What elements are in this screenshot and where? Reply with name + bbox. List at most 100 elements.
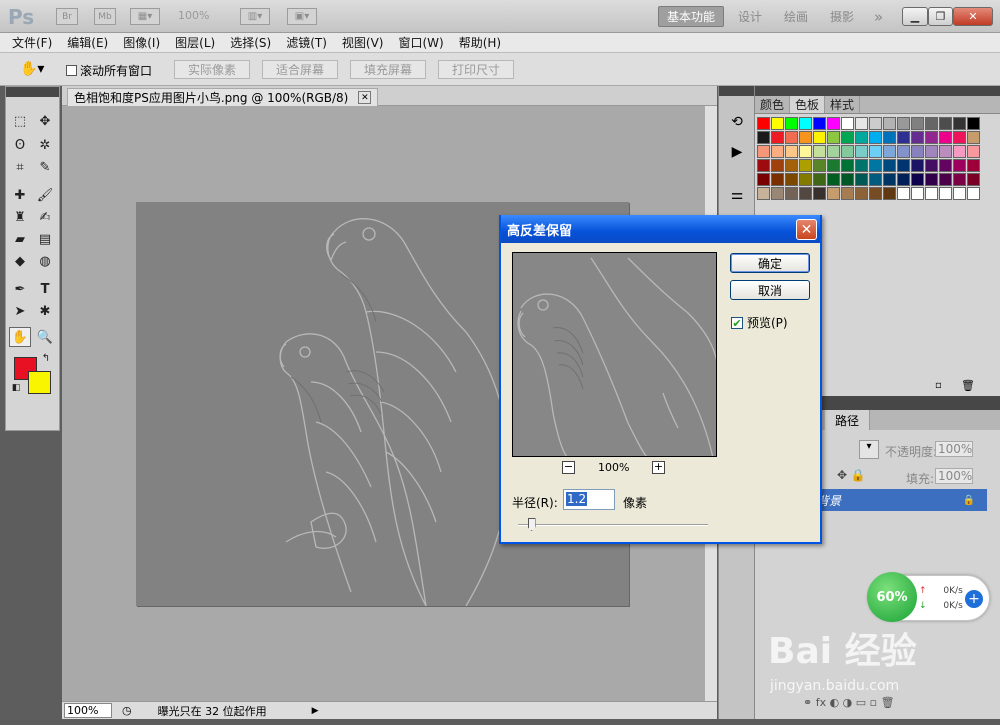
new-swatch-icon[interactable]: ▫	[935, 380, 942, 391]
swatch-color[interactable]	[813, 187, 826, 200]
fit-screen-button[interactable]: 适合屏幕	[262, 60, 338, 79]
print-size-button[interactable]: 打印尺寸	[438, 60, 514, 79]
checkbox-box[interactable]	[66, 65, 77, 76]
swatch-color[interactable]	[897, 187, 910, 200]
swatch-color[interactable]	[855, 145, 868, 158]
swatch-color[interactable]	[771, 159, 784, 172]
swatch-color[interactable]	[757, 187, 770, 200]
workspace-design[interactable]: 设计	[730, 6, 770, 27]
status-menu-arrow-icon[interactable]: ▶	[312, 706, 319, 716]
menu-image[interactable]: 图像(I)	[123, 34, 160, 51]
menu-file[interactable]: 文件(F)	[12, 34, 52, 51]
swatch-color[interactable]	[799, 173, 812, 186]
eraser-tool-icon[interactable]: ▰	[9, 229, 31, 249]
swatch-color[interactable]	[911, 131, 924, 144]
swatch-color[interactable]	[925, 159, 938, 172]
memory-usage-badge[interactable]: 60%	[867, 572, 917, 622]
swatch-color[interactable]	[785, 159, 798, 172]
swatch-color[interactable]	[897, 173, 910, 186]
preview-checkbox[interactable]: ✔ 预览(P)	[731, 314, 788, 331]
toolbox-header[interactable]	[6, 87, 59, 97]
arrange-documents-icon[interactable]: ▥▾	[240, 8, 270, 25]
menu-edit[interactable]: 编辑(E)	[67, 34, 108, 51]
swatch-color[interactable]	[967, 159, 980, 172]
swatch-color[interactable]	[953, 131, 966, 144]
workspace-essentials[interactable]: 基本功能	[658, 6, 725, 27]
swatch-color[interactable]	[939, 173, 952, 186]
tab-paths[interactable]: 路径	[825, 410, 871, 430]
shape-tool-icon[interactable]: ✱	[34, 301, 56, 321]
tab-styles[interactable]: 样式	[825, 96, 861, 113]
path-selection-tool-icon[interactable]: ➤	[9, 301, 31, 321]
workspace-photography[interactable]: 摄影	[822, 6, 862, 27]
swatch-color[interactable]	[911, 173, 924, 186]
swatch-color[interactable]	[925, 131, 938, 144]
swatch-color[interactable]	[953, 187, 966, 200]
swatch-color[interactable]	[911, 187, 924, 200]
swatch-color[interactable]	[897, 159, 910, 172]
swatch-color[interactable]	[939, 159, 952, 172]
swatch-color[interactable]	[827, 131, 840, 144]
swatch-color[interactable]	[771, 173, 784, 186]
swatch-color[interactable]	[897, 131, 910, 144]
lock-icons[interactable]: ✥ 🔒	[837, 468, 866, 482]
swatch-color[interactable]	[925, 173, 938, 186]
swatch-color[interactable]	[757, 159, 770, 172]
swatch-color[interactable]	[883, 187, 896, 200]
clone-stamp-tool-icon[interactable]: ♜	[9, 207, 31, 227]
swatch-color[interactable]	[827, 159, 840, 172]
swatch-color[interactable]	[855, 131, 868, 144]
swatch-color[interactable]	[799, 187, 812, 200]
pen-tool-icon[interactable]: ✒	[9, 279, 31, 299]
tab-swatches[interactable]: 色板	[790, 96, 826, 113]
swatch-color[interactable]	[799, 159, 812, 172]
swatch-color[interactable]	[813, 159, 826, 172]
mini-bridge-button[interactable]: Mb	[94, 8, 116, 25]
document-tab[interactable]: 色相饱和度PS应用图片小鸟.png @ 100%(RGB/8) ✕	[67, 88, 379, 106]
swatch-color[interactable]	[939, 187, 952, 200]
swatch-color[interactable]	[869, 145, 882, 158]
swatch-color[interactable]	[855, 117, 868, 130]
swatch-color[interactable]	[911, 145, 924, 158]
swatch-color[interactable]	[869, 159, 882, 172]
opacity-field[interactable]: 100%	[935, 441, 973, 457]
menu-layer[interactable]: 图层(L)	[175, 34, 215, 51]
restore-icon[interactable]: ❐	[928, 7, 953, 26]
minimize-icon[interactable]: ▁	[902, 7, 928, 26]
marquee-tool-icon[interactable]: ⬚	[9, 111, 31, 131]
move-tool-icon[interactable]: ✥	[34, 111, 56, 131]
swatch-color[interactable]	[925, 187, 938, 200]
swatch-color[interactable]	[855, 187, 868, 200]
swatch-color[interactable]	[883, 173, 896, 186]
scroll-all-windows-checkbox[interactable]: 滚动所有窗口	[66, 62, 152, 79]
dialog-preview-window[interactable]	[512, 252, 717, 457]
swatch-color[interactable]	[771, 187, 784, 200]
more-workspaces-icon[interactable]: »	[866, 6, 891, 27]
swatch-color[interactable]	[841, 173, 854, 186]
eyedropper-tool-icon[interactable]: ✎	[34, 157, 56, 177]
swatch-color[interactable]	[771, 131, 784, 144]
swatch-color[interactable]	[841, 117, 854, 130]
dodge-tool-icon[interactable]: ◍	[34, 251, 56, 271]
swatch-color[interactable]	[827, 187, 840, 200]
ok-button[interactable]: 确定	[730, 253, 810, 273]
swatch-color[interactable]	[869, 187, 882, 200]
swap-colors-icon[interactable]: ↰	[39, 351, 53, 365]
swatch-color[interactable]	[771, 145, 784, 158]
radius-slider-thumb[interactable]	[527, 518, 536, 531]
screen-mode-icon[interactable]: ▣▾	[287, 8, 317, 25]
swatch-color[interactable]	[897, 145, 910, 158]
swatch-color[interactable]	[785, 131, 798, 144]
swatch-color[interactable]	[855, 159, 868, 172]
swatch-color[interactable]	[785, 187, 798, 200]
dialog-close-icon[interactable]: ✕	[796, 219, 817, 240]
preview-zoom-in-button[interactable]: +	[652, 461, 665, 474]
preview-zoom-out-button[interactable]: −	[562, 461, 575, 474]
menu-view[interactable]: 视图(V)	[342, 34, 384, 51]
preview-checkmark-icon[interactable]: ✔	[731, 316, 743, 329]
menu-select[interactable]: 选择(S)	[230, 34, 271, 51]
swatch-color[interactable]	[953, 173, 966, 186]
swatch-color[interactable]	[869, 131, 882, 144]
magic-wand-tool-icon[interactable]: ✲	[34, 135, 56, 155]
network-speed-widget[interactable]: 60% ↑ 0K/s ↓ 0K/s +	[867, 572, 990, 622]
